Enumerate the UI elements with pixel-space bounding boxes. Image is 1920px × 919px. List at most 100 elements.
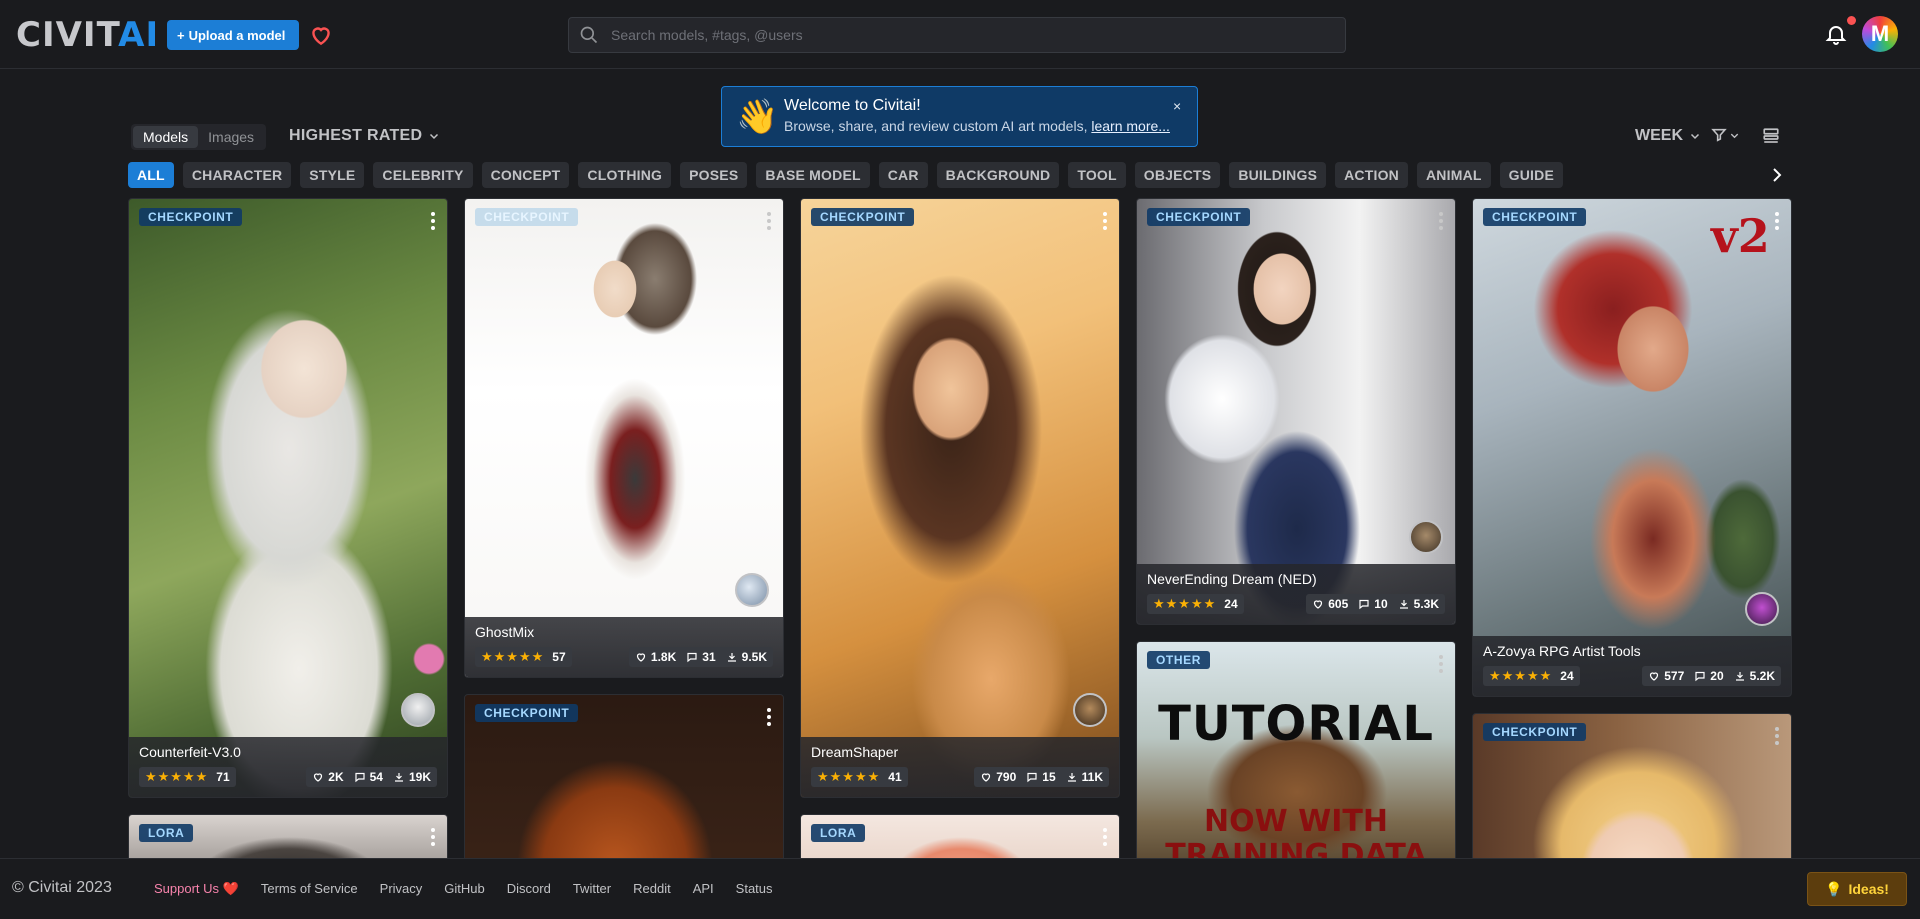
search-bar[interactable] [568,17,1346,53]
chip-poses[interactable]: POSES [680,162,748,188]
more-options-icon[interactable] [1103,828,1107,846]
heart-icon[interactable] [307,22,335,48]
heart-icon [636,653,646,662]
creator-avatar[interactable] [735,573,769,607]
banner-subtitle: Browse, share, and review custom AI art … [784,118,1170,134]
downloads-count: 19K [408,770,431,784]
user-avatar[interactable]: M [1862,16,1898,52]
rating-badge: ★★★★★ 24 [1483,666,1580,686]
tab-images[interactable]: Images [198,126,264,148]
footer-link-github[interactable]: GitHub [444,881,484,897]
comment-icon [1695,671,1705,682]
more-options-icon[interactable] [1439,655,1443,673]
model-card[interactable]: CHECKPOINT [464,694,784,874]
tutorial-subtext: NOW WITH [1204,804,1388,839]
chip-tool[interactable]: TOOL [1068,162,1126,188]
likes-metric: 790 [980,770,1016,784]
likes-count: 605 [1328,597,1349,611]
footer-link-privacy[interactable]: Privacy [380,881,423,897]
card-stats: ★★★★★ 41 790 15 11K [811,767,1109,787]
model-card[interactable]: CHECKPOINT Counterfeit-V3.0 ★★★★★ 71 2K 5… [128,198,448,798]
model-type-badge: CHECKPOINT [1147,208,1251,226]
chip-base-model[interactable]: BASE MODEL [756,162,870,188]
more-options-icon[interactable] [431,828,435,846]
card-footer: Counterfeit-V3.0 ★★★★★ 71 2K 54 19K [129,737,447,797]
creator-avatar[interactable] [1745,592,1779,626]
footer-links: Support Us ❤️ Terms of Service Privacy G… [154,881,795,897]
comment-icon [1359,599,1369,610]
card-stats: ★★★★★ 24 577 20 5.2K [1483,666,1781,686]
more-options-icon[interactable] [1775,212,1779,230]
chip-concept[interactable]: CONCEPT [481,162,570,188]
chip-character[interactable]: CHARACTER [182,162,292,188]
more-options-icon[interactable] [431,212,435,230]
v2-watermark: v2 [1711,209,1770,263]
chip-clothing[interactable]: CLOTHING [578,162,672,188]
footer-link-twitter[interactable]: Twitter [573,881,611,897]
welcome-banner: 👋 Welcome to Civitai! Browse, share, and… [721,86,1198,147]
rating-count: 24 [1224,597,1238,611]
search-input[interactable] [609,26,1313,44]
filter-button[interactable] [1711,127,1740,143]
heart-icon [314,773,323,782]
bell-icon[interactable] [1824,22,1850,48]
star-rating-icon: ★★★★★ [481,649,545,664]
footer-link-support[interactable]: Support Us ❤️ [154,881,239,897]
chip-animal[interactable]: ANIMAL [1417,162,1491,188]
rating-count: 24 [1560,669,1574,683]
tab-models[interactable]: Models [133,126,199,148]
chip-style[interactable]: STYLE [300,162,365,188]
footer-link-api[interactable]: API [693,881,714,897]
model-card[interactable]: CHECKPOINT NeverEnding Dream (NED) ★★★★★… [1136,198,1456,625]
chip-celebrity[interactable]: CELEBRITY [373,162,473,188]
footer-link-reddit[interactable]: Reddit [633,881,671,897]
comments-metric: 15 [1026,770,1056,784]
more-options-icon[interactable] [767,212,771,230]
model-card[interactable]: TUTORIAL NOW WITH TRAINING DATA OTHER [1136,641,1456,881]
learn-more-link[interactable]: learn more... [1091,118,1170,134]
chevron-right-icon[interactable] [1768,164,1786,191]
chip-guide[interactable]: GUIDE [1499,162,1563,188]
model-type-badge: LORA [139,824,194,842]
model-type-badge: CHECKPOINT [811,208,915,226]
chip-background[interactable]: BACKGROUND [936,162,1060,188]
model-card[interactable]: v2 CHECKPOINT A-Zovya RPG Artist Tools ★… [1472,198,1792,697]
chip-car[interactable]: CAR [878,162,928,188]
comment-icon [355,772,365,783]
comments-metric: 20 [1694,669,1724,683]
rating-badge: ★★★★★ 57 [475,647,572,667]
likes-count: 1.8K [650,650,677,664]
creator-avatar[interactable] [1073,693,1107,727]
footer-link-status[interactable]: Status [736,881,773,897]
more-options-icon[interactable] [1103,212,1107,230]
chip-all[interactable]: ALL [128,162,174,188]
chip-objects[interactable]: OBJECTS [1134,162,1221,188]
model-name: NeverEnding Dream (NED) [1147,571,1317,587]
close-icon[interactable]: × [1173,98,1181,114]
star-rating-icon: ★★★★★ [145,769,209,784]
comment-icon [687,652,697,663]
notification-dot [1847,16,1856,25]
model-type-badge: CHECKPOINT [475,208,579,226]
upload-model-button[interactable]: + Upload a model [167,20,300,50]
chip-action[interactable]: ACTION [1335,162,1408,188]
chevron-down-icon [1690,133,1700,140]
ideas-button[interactable]: 💡 Ideas! [1807,872,1907,906]
creator-avatar[interactable] [1409,520,1443,554]
layout-icon[interactable] [1762,127,1780,150]
footer-link-discord[interactable]: Discord [507,881,551,897]
more-options-icon[interactable] [767,708,771,726]
period-dropdown[interactable]: WEEK [1635,127,1701,145]
card-footer: NeverEnding Dream (NED) ★★★★★ 24 605 10 5… [1137,564,1455,624]
sort-dropdown[interactable]: HIGHEST RATED [289,127,440,145]
model-card[interactable]: CHECKPOINT DreamShaper ★★★★★ 41 790 15 11… [800,198,1120,798]
star-rating-icon: ★★★★★ [1489,668,1553,683]
civitai-logo[interactable]: CIVITAI [16,18,159,52]
model-card[interactable]: CHECKPOINT GhostMix ★★★★★ 57 1.8K 31 9.5K [464,198,784,678]
chip-buildings[interactable]: BUILDINGS [1229,162,1327,188]
creator-avatar[interactable] [401,693,435,727]
more-options-icon[interactable] [1775,727,1779,745]
avatar-letter: M [1870,21,1890,46]
footer-link-terms[interactable]: Terms of Service [261,881,358,897]
more-options-icon[interactable] [1439,212,1443,230]
